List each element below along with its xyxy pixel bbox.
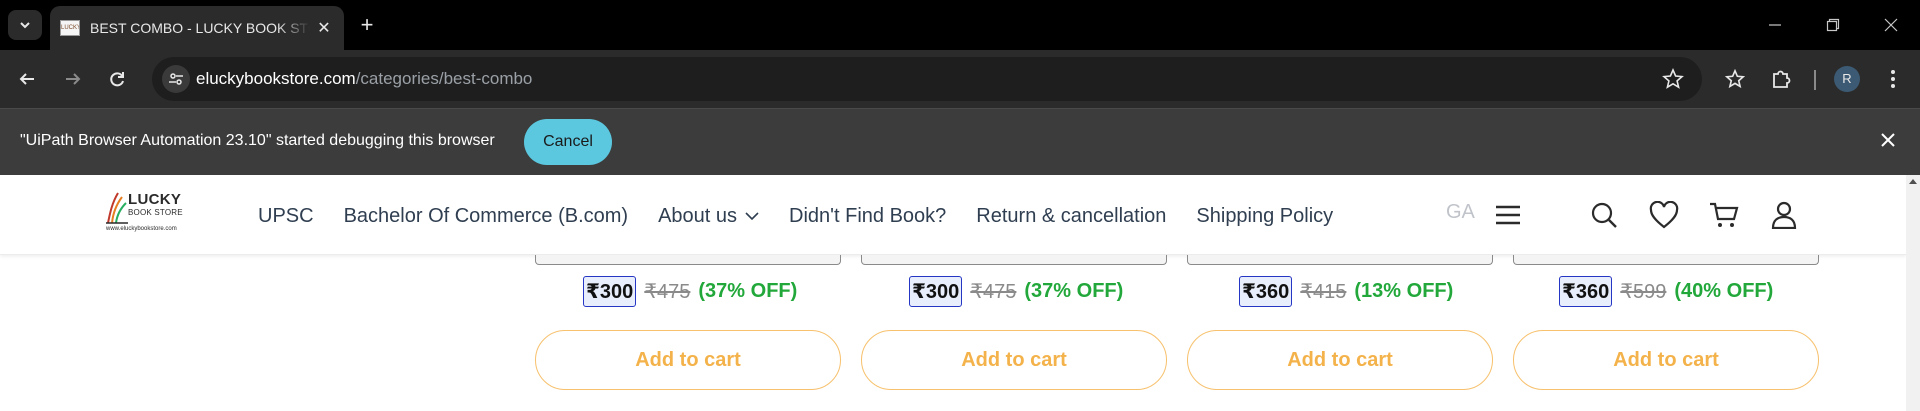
search-button[interactable]	[1588, 199, 1620, 231]
logo-line-2: BOOK STORE	[128, 208, 183, 217]
user-icon	[1771, 201, 1797, 229]
wishlist-button[interactable]	[1648, 199, 1680, 231]
add-to-cart-button[interactable]: Add to cart	[1187, 330, 1493, 390]
hamburger-menu-button[interactable]	[1492, 199, 1524, 231]
mrp-price: ₹415	[1300, 281, 1347, 303]
product-card-3-frame	[1187, 255, 1493, 265]
url-path: /categories/best-combo	[355, 69, 533, 88]
product-card-4-frame	[1513, 255, 1819, 265]
site-favicon-icon: LUCKY	[60, 20, 80, 36]
logo-book-icon	[106, 192, 128, 224]
account-button[interactable]	[1768, 199, 1800, 231]
product-4-price-row: ₹360 ₹599 (40% OFF)	[1559, 276, 1773, 307]
nav-label: Didn't Find Book?	[789, 204, 947, 227]
sale-price: ₹300	[583, 276, 637, 307]
reload-icon	[110, 72, 124, 87]
tab-close-icon[interactable]: ✕	[314, 18, 334, 38]
forward-button[interactable]	[58, 64, 88, 94]
product-1-price-row: ₹300 ₹475 (37% OFF)	[583, 276, 797, 307]
sale-price: ₹360	[1239, 276, 1293, 307]
cancel-button[interactable]: Cancel	[524, 119, 612, 165]
close-icon	[1884, 18, 1898, 32]
tab-search-button[interactable]	[8, 10, 42, 40]
logo-line-1: LUCKY	[128, 191, 182, 208]
puzzle-icon	[1773, 70, 1791, 88]
site-header: LUCKY BOOK STORE www.eluckybookstore.com…	[0, 175, 1906, 255]
menu-button[interactable]	[1878, 64, 1908, 94]
address-bar[interactable]: eluckybookstore.com/categories/best-comb…	[152, 57, 1702, 101]
nav-item-about-us[interactable]: About us	[658, 205, 759, 228]
search-icon	[1591, 202, 1617, 228]
infobar-message: "UiPath Browser Automation 23.10" starte…	[20, 132, 495, 149]
product-card-2-frame	[861, 255, 1167, 265]
product-2-price-row: ₹300 ₹475 (37% OFF)	[909, 276, 1123, 307]
debugging-infobar: "UiPath Browser Automation 23.10" starte…	[0, 108, 1920, 175]
nav-item-return-cancellation[interactable]: Return & cancellation	[976, 205, 1166, 228]
toolbar-separator	[1814, 70, 1816, 90]
nav-label: Return & cancellation	[976, 204, 1167, 227]
window-restore-button[interactable]	[1804, 0, 1862, 50]
main-nav: UPSC Bachelor Of Commerce (B.com) About …	[258, 201, 1363, 231]
bookmarks-button[interactable]	[1720, 64, 1750, 94]
window-minimize-button[interactable]	[1746, 0, 1804, 50]
nav-item-upsc[interactable]: UPSC	[258, 205, 314, 228]
logo-line-3: www.eluckybookstore.com	[106, 226, 177, 232]
cart-button[interactable]	[1708, 199, 1740, 231]
tab-strip: LUCKY BEST COMBO - LUCKY BOOK STORE ✕ +	[0, 0, 1920, 50]
nav-label: Bachelor Of Commerce (B.com)	[343, 204, 629, 227]
url-text[interactable]: eluckybookstore.com/categories/best-comb…	[196, 69, 532, 89]
url-host: eluckybookstore.com	[196, 69, 356, 88]
mrp-price: ₹475	[970, 281, 1017, 303]
back-arrow-icon	[19, 73, 34, 85]
chevron-down-icon	[20, 22, 30, 29]
cart-icon	[1710, 202, 1739, 227]
profile-avatar[interactable]: R	[1834, 66, 1860, 92]
sale-price: ₹300	[909, 276, 963, 307]
reload-button[interactable]	[102, 64, 132, 94]
tune-icon	[169, 73, 183, 85]
mrp-price: ₹599	[1620, 281, 1667, 303]
restore-icon	[1826, 18, 1840, 32]
add-to-cart-button[interactable]: Add to cart	[1513, 330, 1819, 390]
heart-icon	[1649, 201, 1679, 229]
active-tab[interactable]: LUCKY BEST COMBO - LUCKY BOOK STORE ✕	[50, 6, 344, 50]
nav-item-overflow[interactable]: GA	[1446, 201, 1475, 224]
star-icon	[1662, 67, 1684, 89]
kebab-menu-icon	[1891, 70, 1895, 88]
star-icon	[1725, 69, 1745, 89]
infobar-close-icon[interactable]	[1876, 129, 1900, 153]
nav-label: UPSC	[258, 204, 314, 227]
discount-label: (37% OFF)	[698, 280, 798, 302]
page-scrollbar[interactable]	[1906, 175, 1920, 411]
tab-title: BEST COMBO - LUCKY BOOK STORE	[90, 20, 310, 36]
nav-label: About us	[658, 204, 738, 227]
extensions-button[interactable]	[1766, 64, 1796, 94]
discount-label: (40% OFF)	[1674, 280, 1774, 302]
chevron-down-icon	[745, 212, 759, 221]
product-3-price-row: ₹360 ₹415 (13% OFF)	[1239, 276, 1453, 307]
site-info-button[interactable]	[162, 65, 190, 93]
hamburger-icon	[1496, 205, 1520, 225]
close-icon	[1881, 133, 1895, 147]
minimize-icon	[1769, 24, 1781, 26]
nav-item-didnt-find-book[interactable]: Didn't Find Book?	[789, 205, 946, 228]
sale-price: ₹360	[1559, 276, 1613, 307]
add-to-cart-button[interactable]: Add to cart	[535, 330, 841, 390]
discount-label: (13% OFF)	[1354, 280, 1454, 302]
bookmark-star-button[interactable]	[1662, 67, 1684, 95]
back-button[interactable]	[12, 64, 42, 94]
forward-arrow-icon	[66, 73, 81, 85]
nav-item-bcom[interactable]: Bachelor Of Commerce (B.com)	[344, 205, 629, 228]
nav-item-shipping-policy[interactable]: Shipping Policy	[1196, 205, 1333, 228]
product-card-1-frame	[535, 255, 841, 265]
discount-label: (37% OFF)	[1024, 280, 1124, 302]
nav-label: Shipping Policy	[1196, 204, 1334, 227]
new-tab-button[interactable]: +	[352, 10, 382, 40]
site-logo[interactable]: LUCKY BOOK STORE www.eluckybookstore.com	[104, 189, 188, 239]
window-close-button[interactable]	[1862, 0, 1920, 50]
add-to-cart-button[interactable]: Add to cart	[861, 330, 1167, 390]
browser-toolbar: eluckybookstore.com/categories/best-comb…	[0, 50, 1920, 108]
scroll-up-arrow-icon[interactable]	[1909, 179, 1917, 184]
mrp-price: ₹475	[644, 281, 691, 303]
